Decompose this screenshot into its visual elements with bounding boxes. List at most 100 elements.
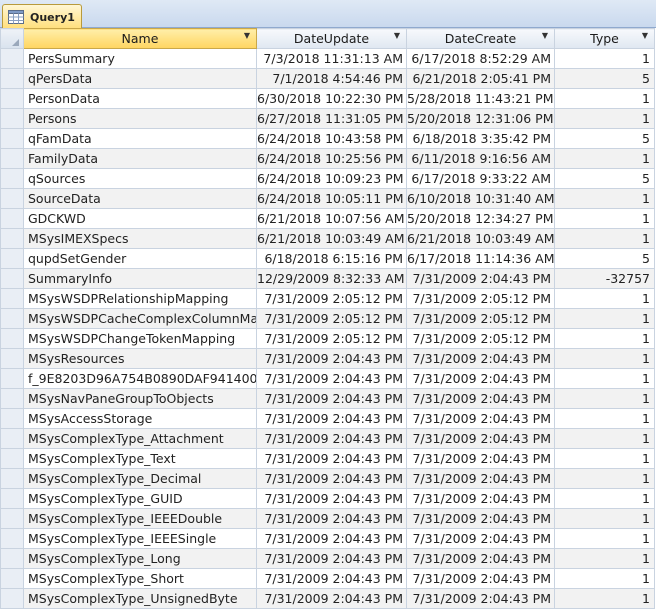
table-row[interactable]: MSysComplexType_Short 7/31/2009 2:04:43 P… [0, 568, 655, 589]
cell-name[interactable]: f_9E8203D96A754B0890DAF9414007C [23, 368, 257, 389]
column-header-type[interactable]: Type ▼ [554, 28, 655, 49]
cell-name[interactable]: SourceData [23, 188, 257, 209]
cell-dateupdate[interactable]: 6/21/2018 10:07:56 AM [256, 208, 407, 229]
cell-type[interactable]: 5 [554, 168, 655, 189]
cell-name[interactable]: qFamData [23, 128, 257, 149]
cell-type[interactable]: 1 [554, 448, 655, 469]
table-row[interactable]: PersSummary 7/3/2018 11:31:13 AM 6/17/2018… [0, 48, 655, 69]
table-row[interactable]: MSysComplexType_Attachment 7/31/2009 2:04… [0, 428, 655, 449]
row-selector[interactable] [0, 328, 24, 349]
cell-name[interactable]: MSysComplexType_IEEESingle [23, 528, 257, 549]
cell-datecreate[interactable]: 7/31/2009 2:04:43 PM [406, 588, 555, 609]
cell-type[interactable]: 1 [554, 588, 655, 609]
select-all-corner[interactable] [0, 28, 24, 49]
row-selector[interactable] [0, 308, 24, 329]
table-row[interactable]: qFamData 6/24/2018 10:43:58 PM 6/18/2018 3… [0, 128, 655, 149]
cell-name[interactable]: qPersData [23, 68, 257, 89]
cell-datecreate[interactable]: 7/31/2009 2:04:43 PM [406, 548, 555, 569]
cell-dateupdate[interactable]: 6/18/2018 6:15:16 PM [256, 248, 407, 269]
table-row[interactable]: SummaryInfo 12/29/2009 8:32:33 AM 7/31/200… [0, 268, 655, 289]
cell-name[interactable]: FamilyData [23, 148, 257, 169]
cell-dateupdate[interactable]: 7/31/2009 2:04:43 PM [256, 388, 407, 409]
cell-datecreate[interactable]: 7/31/2009 2:04:43 PM [406, 368, 555, 389]
cell-dateupdate[interactable]: 7/31/2009 2:04:43 PM [256, 548, 407, 569]
table-row[interactable]: PersonData 6/30/2018 10:22:30 PM 5/28/2018… [0, 88, 655, 109]
cell-name[interactable]: PersonData [23, 88, 257, 109]
cell-dateupdate[interactable]: 7/31/2009 2:04:43 PM [256, 348, 407, 369]
cell-name[interactable]: MSysComplexType_Attachment [23, 428, 257, 449]
cell-datecreate[interactable]: 7/31/2009 2:04:43 PM [406, 348, 555, 369]
cell-name[interactable]: PersSummary [23, 48, 257, 69]
column-header-datecreate[interactable]: DateCreate ▼ [406, 28, 555, 49]
cell-dateupdate[interactable]: 7/31/2009 2:04:43 PM [256, 528, 407, 549]
table-row[interactable]: MSysComplexType_IEEEDouble 7/31/2009 2:04… [0, 508, 655, 529]
cell-dateupdate[interactable]: 7/31/2009 2:05:12 PM [256, 328, 407, 349]
table-row[interactable]: SourceData 6/24/2018 10:05:11 PM 6/10/2018… [0, 188, 655, 209]
cell-datecreate[interactable]: 6/21/2018 2:05:41 PM [406, 68, 555, 89]
cell-dateupdate[interactable]: 6/24/2018 10:43:58 PM [256, 128, 407, 149]
cell-name[interactable]: MSysWSDPRelationshipMapping [23, 288, 257, 309]
cell-name[interactable]: MSysAccessStorage [23, 408, 257, 429]
cell-dateupdate[interactable]: 6/21/2018 10:03:49 AM [256, 228, 407, 249]
cell-name[interactable]: MSysResources [23, 348, 257, 369]
cell-dateupdate[interactable]: 7/31/2009 2:04:43 PM [256, 508, 407, 529]
cell-dateupdate[interactable]: 6/24/2018 10:09:23 PM [256, 168, 407, 189]
cell-type[interactable]: 5 [554, 68, 655, 89]
cell-datecreate[interactable]: 6/21/2018 10:03:49 AM [406, 228, 555, 249]
table-row[interactable]: MSysWSDPCacheComplexColumnMa 7/31/2009 2:… [0, 308, 655, 329]
cell-dateupdate[interactable]: 6/27/2018 11:31:05 PM [256, 108, 407, 129]
row-selector[interactable] [0, 188, 24, 209]
cell-dateupdate[interactable]: 7/1/2018 4:54:46 PM [256, 68, 407, 89]
cell-datecreate[interactable]: 5/20/2018 12:31:06 PM [406, 108, 555, 129]
cell-datecreate[interactable]: 7/31/2009 2:04:43 PM [406, 428, 555, 449]
cell-dateupdate[interactable]: 7/31/2009 2:04:43 PM [256, 368, 407, 389]
cell-name[interactable]: MSysComplexType_Text [23, 448, 257, 469]
cell-name[interactable]: SummaryInfo [23, 268, 257, 289]
cell-name[interactable]: MSysComplexType_Decimal [23, 468, 257, 489]
cell-type[interactable]: 1 [554, 108, 655, 129]
cell-datecreate[interactable]: 7/31/2009 2:04:43 PM [406, 268, 555, 289]
table-row[interactable]: qPersData 7/1/2018 4:54:46 PM 6/21/2018 2:… [0, 68, 655, 89]
cell-type[interactable]: 1 [554, 548, 655, 569]
row-selector[interactable] [0, 68, 24, 89]
cell-datecreate[interactable]: 7/31/2009 2:04:43 PM [406, 408, 555, 429]
cell-type[interactable]: 5 [554, 248, 655, 269]
row-selector[interactable] [0, 108, 24, 129]
row-selector[interactable] [0, 208, 24, 229]
row-selector[interactable] [0, 488, 24, 509]
cell-type[interactable]: 1 [554, 428, 655, 449]
cell-datecreate[interactable]: 5/28/2018 11:43:21 PM [406, 88, 555, 109]
row-selector[interactable] [0, 388, 24, 409]
cell-name[interactable]: GDCKWD [23, 208, 257, 229]
cell-type[interactable]: 1 [554, 568, 655, 589]
cell-type[interactable]: 1 [554, 368, 655, 389]
table-row[interactable]: qSources 6/24/2018 10:09:23 PM 6/17/2018 9… [0, 168, 655, 189]
chevron-down-icon[interactable]: ▼ [642, 31, 648, 40]
row-selector[interactable] [0, 228, 24, 249]
cell-name[interactable]: MSysComplexType_GUID [23, 488, 257, 509]
cell-datecreate[interactable]: 7/31/2009 2:04:43 PM [406, 448, 555, 469]
cell-type[interactable]: 1 [554, 528, 655, 549]
cell-dateupdate[interactable]: 7/31/2009 2:05:12 PM [256, 288, 407, 309]
table-row[interactable]: GDCKWD 6/21/2018 10:07:56 AM 5/20/2018 12:… [0, 208, 655, 229]
table-row[interactable]: MSysNavPaneGroupToObjects 7/31/2009 2:04:… [0, 388, 655, 409]
cell-dateupdate[interactable]: 7/31/2009 2:04:43 PM [256, 408, 407, 429]
row-selector[interactable] [0, 288, 24, 309]
row-selector[interactable] [0, 568, 24, 589]
table-row[interactable]: MSysIMEXSpecs 6/21/2018 10:03:49 AM 6/21/2… [0, 228, 655, 249]
cell-name[interactable]: MSysComplexType_Long [23, 548, 257, 569]
cell-datecreate[interactable]: 6/11/2018 9:16:56 AM [406, 148, 555, 169]
chevron-down-icon[interactable]: ▼ [244, 31, 250, 40]
cell-datecreate[interactable]: 7/31/2009 2:04:43 PM [406, 388, 555, 409]
table-row[interactable]: f_9E8203D96A754B0890DAF9414007C 7/31/2009… [0, 368, 655, 389]
table-row[interactable]: MSysWSDPChangeTokenMapping 7/31/2009 2:05… [0, 328, 655, 349]
cell-type[interactable]: 5 [554, 128, 655, 149]
row-selector[interactable] [0, 508, 24, 529]
row-selector[interactable] [0, 248, 24, 269]
row-selector[interactable] [0, 528, 24, 549]
row-selector[interactable] [0, 548, 24, 569]
cell-type[interactable]: 1 [554, 228, 655, 249]
cell-type[interactable]: 1 [554, 308, 655, 329]
cell-dateupdate[interactable]: 7/31/2009 2:04:43 PM [256, 448, 407, 469]
cell-datecreate[interactable]: 6/17/2018 8:52:29 AM [406, 48, 555, 69]
